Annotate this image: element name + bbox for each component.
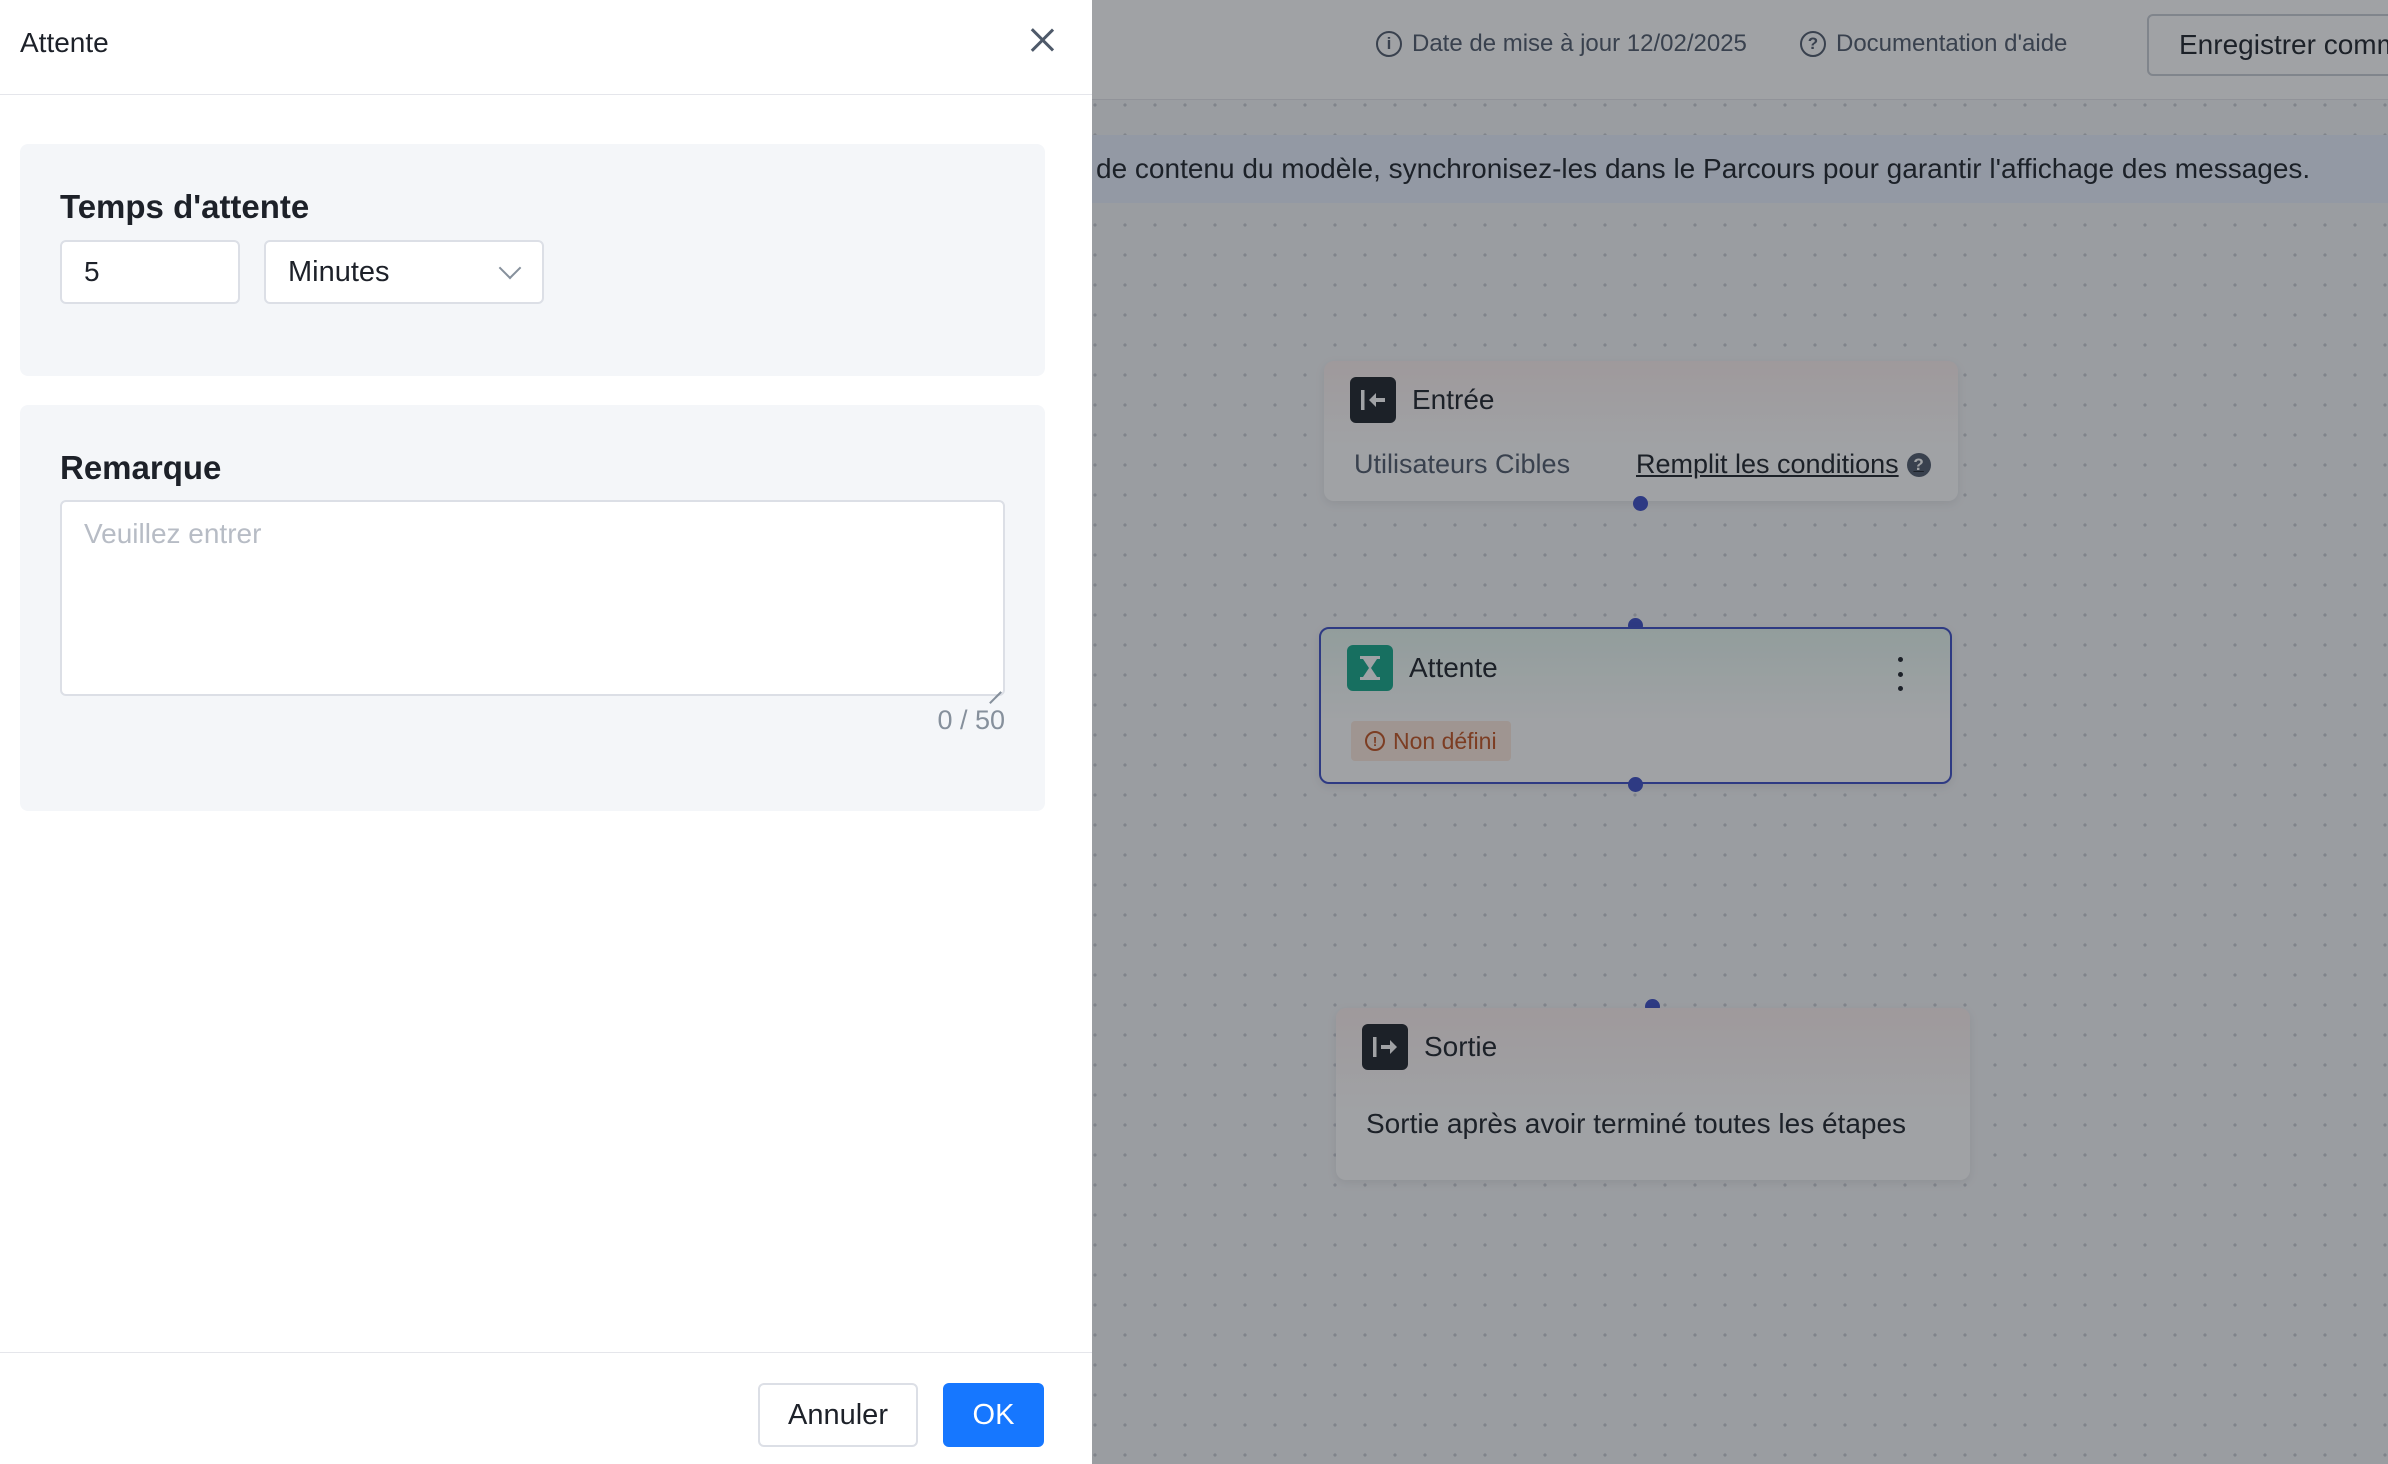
- char-counter: 0 / 50: [937, 705, 1005, 735]
- time-unit-select[interactable]: Minutes: [264, 240, 544, 304]
- wait-settings-drawer: Attente Temps d'attente Minutes Remarque…: [0, 0, 1092, 1464]
- resize-handle[interactable]: [987, 678, 1001, 692]
- remark-label: Remarque: [60, 449, 222, 486]
- time-unit-value: Minutes: [288, 255, 390, 288]
- drawer-footer: Annuler OK: [0, 1352, 1092, 1464]
- chevron-down-icon: [498, 256, 522, 280]
- drawer-title: Attente: [20, 27, 109, 58]
- wait-time-label: Temps d'attente: [60, 188, 310, 225]
- remark-section: Remarque 0 / 50: [20, 405, 1045, 811]
- wait-time-section: Temps d'attente Minutes: [20, 144, 1045, 376]
- cancel-button[interactable]: Annuler: [758, 1383, 918, 1447]
- drawer-header: Attente: [0, 0, 1092, 95]
- ok-button[interactable]: OK: [943, 1383, 1044, 1447]
- close-icon[interactable]: [1024, 22, 1060, 58]
- wait-time-input[interactable]: [60, 240, 240, 304]
- remark-textarea[interactable]: [60, 500, 1005, 696]
